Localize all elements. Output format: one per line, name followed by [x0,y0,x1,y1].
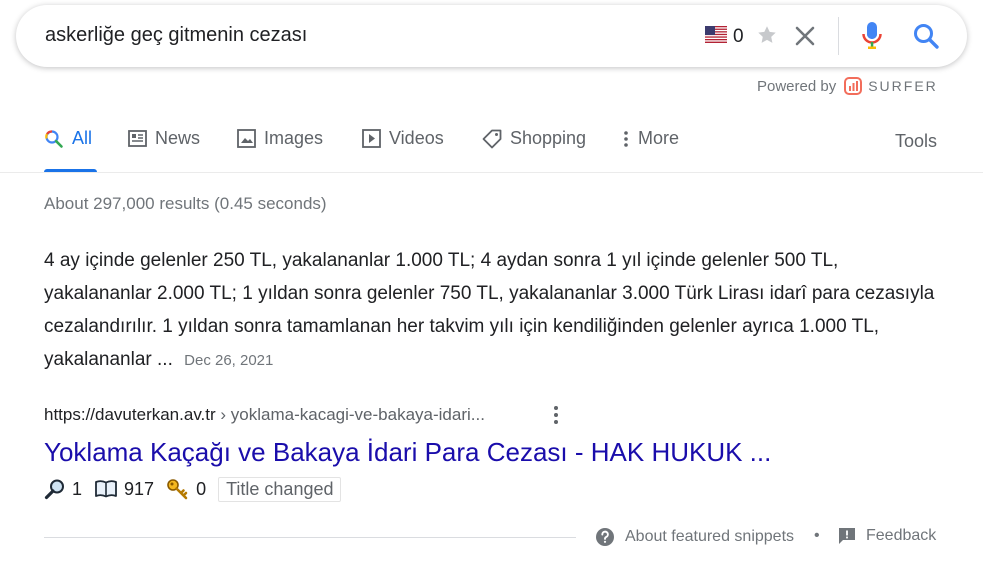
about-featured-snippets-label: About featured snippets [625,528,795,545]
star-icon[interactable] [756,24,778,46]
result-domain: https://davuterkan.av.tr [44,405,216,424]
metric-key-count: 0 [196,478,207,499]
powered-by-label: Powered by [757,77,837,95]
tab-shopping-label: Shopping [510,128,587,148]
footer-bullet: • [814,527,820,544]
tab-videos-label: Videos [389,128,444,148]
tab-all[interactable]: All [44,128,92,149]
seo-metrics: 1 917 0 Title changed [44,475,342,503]
surfer-logo-icon [844,77,863,95]
more-vertical-icon [624,130,628,147]
snippet-text: 4 ay içinde gelenler 250 TL, yakalananla… [44,250,935,370]
us-flag-icon [705,26,727,43]
book-icon [95,480,117,498]
tab-news-label: News [155,128,201,148]
video-icon [362,129,381,148]
tab-news[interactable]: News [128,128,200,149]
tab-videos[interactable]: Videos [362,128,444,149]
snippet-divider [44,537,576,538]
tag-icon [482,129,502,148]
metric-book-count: 917 [124,478,155,499]
result-path: › yoklama-kacagi-ve-bakaya-idari... [215,405,485,424]
feedback-icon [839,528,855,544]
tab-more-label: More [638,128,680,148]
about-featured-snippets-link[interactable]: About featured snippets [595,527,794,547]
feedback-label: Feedback [866,527,937,544]
more-options-icon[interactable] [548,404,564,426]
header-divider [0,172,983,173]
featured-snippet: 4 ay içinde gelenler 250 TL, yakalananla… [44,244,949,377]
search-input[interactable]: askerliğe geç gitmenin cezası [45,24,307,47]
key-icon [167,479,188,500]
microphone-icon[interactable] [861,21,883,51]
close-icon[interactable] [793,24,817,48]
tools-button[interactable]: Tools [895,131,937,152]
feedback-link[interactable]: Feedback [838,527,936,545]
search-divider [838,17,839,55]
metric-search-count: 1 [72,478,83,499]
tab-images[interactable]: Images [237,128,323,149]
result-url[interactable]: https://davuterkan.av.tr › yoklama-kacag… [44,405,485,425]
search-bar: askerliğe geç gitmenin cezası 0 [16,5,967,67]
image-icon [237,129,256,148]
result-stats: About 297,000 results (0.45 seconds) [44,194,327,213]
metric-book: 917 [94,479,154,500]
tab-shopping[interactable]: Shopping [482,128,586,149]
metric-search: 1 [44,478,82,500]
tab-images-label: Images [264,128,324,148]
tab-all-label: All [72,128,93,148]
search-icon [45,129,63,148]
result-title-link[interactable]: Yoklama Kaçağı ve Bakaya İdari Para Ceza… [44,437,771,468]
title-changed-badge: Title changed [218,476,342,502]
flag-count: 0 [733,26,744,47]
metric-key: 0 [166,478,206,500]
powered-by-surfer[interactable]: Powered by SURFER [757,77,938,95]
surfer-brand: SURFER [868,78,938,94]
snippet-date: Dec 26, 2021 [184,352,274,369]
help-icon [596,528,614,546]
tab-more[interactable]: More [622,128,679,149]
search-button[interactable] [912,22,940,50]
magnifier-icon [44,479,64,500]
news-icon [128,130,147,147]
